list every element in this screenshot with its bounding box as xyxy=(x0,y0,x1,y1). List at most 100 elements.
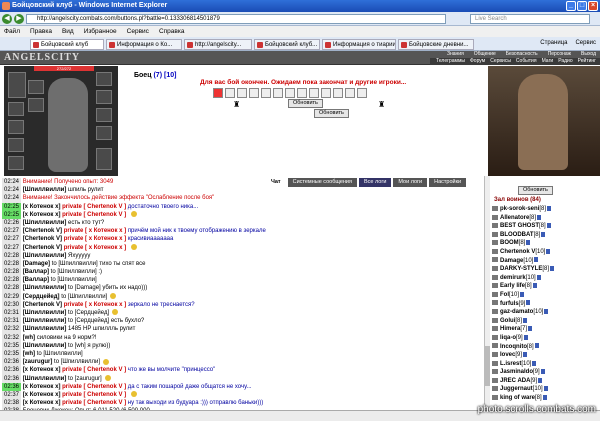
player-name[interactable]: furfuls xyxy=(500,301,519,307)
chat-time[interactable]: 02:24 xyxy=(2,186,22,195)
slot-icon[interactable] xyxy=(321,88,331,98)
nav-link[interactable]: Безопасность xyxy=(506,51,538,58)
equipment-slot[interactable] xyxy=(96,72,112,86)
chat-nick[interactable]: [Шпиллвилли] xyxy=(23,343,67,349)
player-item[interactable]: Damage[10] xyxy=(492,257,598,266)
back-icon[interactable]: ◀ xyxy=(2,14,12,24)
chat-nick[interactable]: [Шпиллвилли] xyxy=(23,376,67,382)
chat-time[interactable]: 02:25 xyxy=(2,210,22,219)
private-tag[interactable]: private [ x Котенок x ] xyxy=(64,228,126,234)
address-bar[interactable]: http://angelscity.combats.com/buttons.pl… xyxy=(26,14,446,24)
service-menu[interactable]: Сервис xyxy=(575,40,596,46)
chat-nick[interactable]: [wh] xyxy=(23,351,35,357)
chat-nick[interactable]: [x Котенок x] xyxy=(23,204,61,210)
private-tag[interactable]: private [ Chertenok V ] xyxy=(62,392,126,398)
info-icon[interactable] xyxy=(528,326,533,332)
player-name[interactable]: DARKY-STYLE xyxy=(500,266,542,272)
chat-time[interactable]: 02:38 xyxy=(2,399,22,408)
menu-view[interactable]: Вид xyxy=(62,26,74,37)
chat-time[interactable]: 02:28 xyxy=(2,259,22,269)
chat-nick[interactable]: [Chertenok V] xyxy=(23,236,62,242)
chat-nick[interactable]: [Шпиллвилли] xyxy=(23,253,67,259)
chat-nick[interactable]: [x Котенок x] xyxy=(23,400,61,406)
chat-time[interactable]: 02:27 xyxy=(2,227,22,236)
player-name[interactable]: Golui xyxy=(500,318,515,324)
chat-time[interactable]: 02:37 xyxy=(2,390,22,400)
player-name[interactable]: gaz-damato xyxy=(500,309,533,315)
info-icon[interactable] xyxy=(526,240,531,246)
chat-nick[interactable]: [Шпиллвилли] xyxy=(23,310,67,316)
equipment-slot[interactable] xyxy=(96,90,112,104)
info-icon[interactable] xyxy=(542,394,547,400)
chat-nick[interactable]: [Шпиллвилли] xyxy=(23,187,67,193)
chat-time[interactable]: 02:24 xyxy=(2,178,22,187)
browser-tab[interactable]: Бойцовский клуб... xyxy=(254,39,320,50)
slot-icon[interactable] xyxy=(357,88,367,98)
chat-time[interactable]: 02:27 xyxy=(2,243,22,252)
menu-help[interactable]: Справка xyxy=(159,26,185,37)
spell-icon[interactable] xyxy=(237,88,247,98)
info-icon[interactable] xyxy=(532,283,537,289)
equipment-slot[interactable] xyxy=(96,148,112,170)
info-icon[interactable] xyxy=(534,343,539,349)
player-item[interactable]: Himera[7] xyxy=(492,325,598,334)
player-item[interactable]: gaz-damato[10] xyxy=(492,308,598,317)
equipment-slot[interactable] xyxy=(96,108,112,122)
chat-time[interactable]: 02:36 xyxy=(2,358,22,367)
skill-icon[interactable] xyxy=(249,88,259,98)
player-item[interactable]: DARKY-STYLE[8] xyxy=(492,265,598,274)
private-tag[interactable]: private [ Chertenok V ] xyxy=(62,204,126,210)
info-icon[interactable] xyxy=(523,317,528,323)
chat-time[interactable]: 02:32 xyxy=(2,325,22,334)
private-tag[interactable]: private [ Chertenok V ] xyxy=(62,384,126,390)
nav-link[interactable]: Персонаж xyxy=(548,51,571,58)
player-name[interactable]: BLOODBAT xyxy=(500,232,534,238)
player-name[interactable]: pk-sorok-seni xyxy=(500,206,539,212)
chat-nick[interactable]: [Сердцейед] xyxy=(23,294,60,300)
player-item[interactable]: Fol[10] xyxy=(492,291,598,300)
player-item[interactable]: Iovec[9] xyxy=(492,351,598,360)
player-item[interactable]: Golui[8] xyxy=(492,317,598,326)
player-item[interactable]: liqa-o[9] xyxy=(492,334,598,343)
chat-nick[interactable]: [Шпиллвилли] xyxy=(23,220,67,226)
player-name[interactable]: liqa-o xyxy=(500,335,516,341)
info-icon[interactable] xyxy=(526,300,531,306)
equipment-slot[interactable] xyxy=(8,102,24,116)
player-name[interactable]: demirurk xyxy=(500,275,526,281)
chat-nick[interactable]: [Шпиллвилли] xyxy=(23,318,67,324)
player-name[interactable]: BOOM xyxy=(500,240,519,246)
player-name[interactable]: Himera xyxy=(500,326,520,332)
chat-time[interactable]: 02:28 xyxy=(2,284,22,293)
info-icon[interactable] xyxy=(546,248,551,254)
nav-link[interactable]: Рейтинг xyxy=(578,58,596,65)
maximize-button[interactable]: □ xyxy=(577,1,587,11)
info-icon[interactable] xyxy=(534,257,539,263)
slot-icon[interactable] xyxy=(309,88,319,98)
player-item[interactable]: Jasminaldo[9] xyxy=(492,368,598,377)
minimize-button[interactable]: _ xyxy=(566,1,576,11)
player-item[interactable]: BLOODBAT[8] xyxy=(492,231,598,240)
nav-link[interactable]: Выход xyxy=(581,51,596,58)
chat-nick[interactable]: [x Котенок x] xyxy=(23,212,61,218)
chat-nick[interactable]: [Шпиллвилли] xyxy=(23,285,67,291)
player-item[interactable]: pk-sorok-seni[8] xyxy=(492,205,598,214)
chat-time[interactable]: 02:36 xyxy=(2,382,22,391)
info-icon[interactable] xyxy=(532,360,537,366)
slot-icon[interactable] xyxy=(333,88,343,98)
player-item[interactable]: Allenatore[8] xyxy=(492,214,598,223)
equipment-slot[interactable] xyxy=(8,72,26,98)
forward-icon[interactable]: ▶ xyxy=(14,14,24,24)
player-name[interactable]: king of ware xyxy=(500,395,535,401)
chat-nick[interactable]: [zaurugur] xyxy=(23,359,53,365)
player-name[interactable]: L.isrest xyxy=(500,361,521,367)
chat-time[interactable]: 02:30 xyxy=(2,300,22,309)
players-refresh-button[interactable]: Обновить xyxy=(518,186,553,195)
menu-file[interactable]: Файл xyxy=(4,26,20,37)
chat-nick[interactable]: [Шпиллвилли] xyxy=(23,326,67,332)
player-item[interactable]: L.isrest[10] xyxy=(492,360,598,369)
tab-settings[interactable]: Настройки xyxy=(429,178,467,187)
chat-nick[interactable]: [x Котенок x] xyxy=(23,367,61,373)
nav-link[interactable]: Маги xyxy=(542,58,554,65)
nav-link[interactable]: Общение xyxy=(474,51,496,58)
page-menu[interactable]: Страница xyxy=(540,40,567,46)
